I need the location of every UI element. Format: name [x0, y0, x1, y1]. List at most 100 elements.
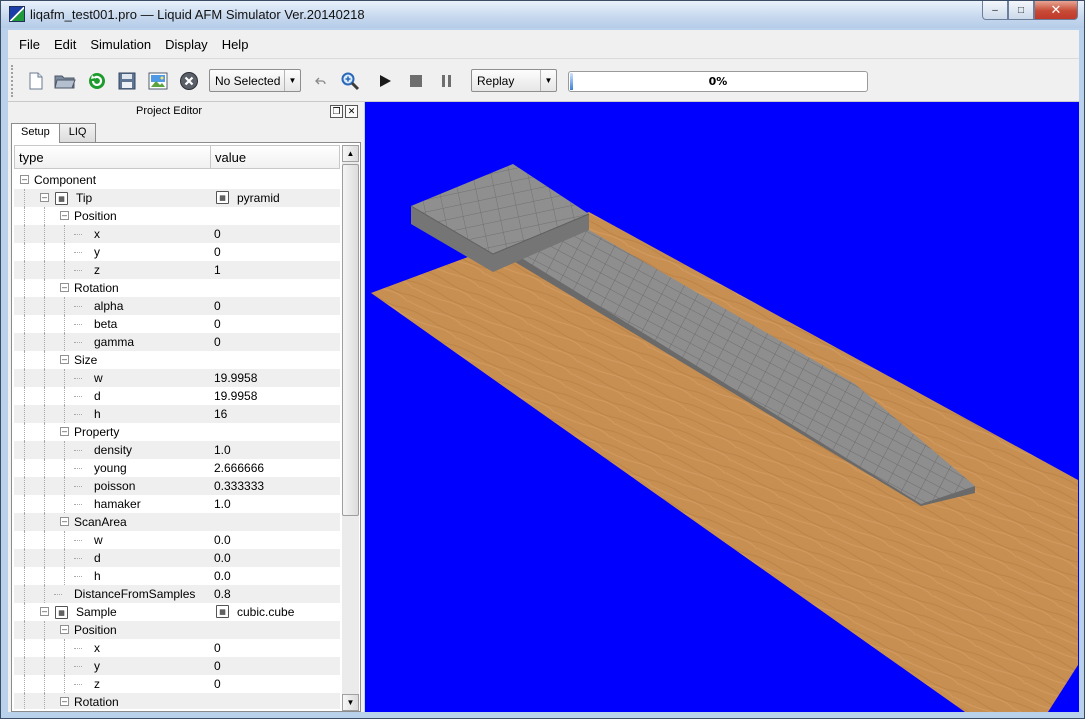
row-value[interactable]: 0.0: [214, 569, 231, 583]
save-icon[interactable]: [116, 70, 138, 92]
row-value[interactable]: 0: [214, 641, 221, 655]
row-value[interactable]: 0.333333: [214, 479, 264, 493]
menu-file[interactable]: File: [12, 37, 47, 52]
row-value[interactable]: 0: [214, 317, 221, 331]
play-icon[interactable]: [374, 70, 396, 92]
collapse-toggle-icon[interactable]: –: [40, 193, 49, 202]
tree-row[interactable]: w 0.0: [14, 531, 340, 549]
row-value[interactable]: 0: [214, 659, 221, 673]
row-value[interactable]: 1.0: [214, 497, 231, 511]
tree-row[interactable]: – Rotation: [14, 693, 340, 709]
tree-row[interactable]: – ▦ Tip ▦ pyramid: [14, 189, 340, 207]
tree-row[interactable]: w 19.9958: [14, 369, 340, 387]
stop-circle-icon[interactable]: [178, 70, 200, 92]
mode-combo[interactable]: Replay ▼: [471, 69, 557, 92]
float-panel-button[interactable]: ❐: [330, 105, 343, 118]
image-icon[interactable]: [147, 70, 169, 92]
collapse-toggle-icon[interactable]: –: [40, 607, 49, 616]
tree-row[interactable]: y0: [14, 657, 340, 675]
scroll-up-icon[interactable]: ▲: [342, 145, 359, 162]
tree-vertical-scrollbar[interactable]: ▲ ▼: [342, 145, 359, 711]
collapse-toggle-icon[interactable]: –: [60, 211, 69, 220]
row-value[interactable]: 16: [214, 407, 227, 421]
maximize-button[interactable]: □: [1008, 1, 1034, 20]
collapse-toggle-icon[interactable]: –: [60, 517, 69, 526]
row-value[interactable]: 0: [214, 299, 221, 313]
row-value[interactable]: pyramid: [237, 191, 280, 205]
collapse-toggle-icon[interactable]: –: [60, 625, 69, 634]
row-value[interactable]: 0.8: [214, 587, 231, 601]
row-value[interactable]: 0: [214, 227, 221, 241]
toolbar-grip[interactable]: [11, 65, 15, 97]
column-header-value[interactable]: value: [211, 145, 340, 169]
new-file-icon[interactable]: [25, 70, 47, 92]
menu-simulation[interactable]: Simulation: [83, 37, 158, 52]
panel-title-bar[interactable]: Project Editor ❐ ✕: [8, 102, 364, 122]
row-value[interactable]: 19.9958: [214, 389, 257, 403]
menu-help[interactable]: Help: [215, 37, 256, 52]
tab-setup[interactable]: Setup: [11, 123, 60, 143]
row-value[interactable]: 0: [214, 335, 221, 349]
tree-row[interactable]: x0: [14, 639, 340, 657]
tree-row[interactable]: – Property: [14, 423, 340, 441]
3d-viewport[interactable]: [365, 102, 1079, 712]
tree-row[interactable]: x0: [14, 225, 340, 243]
tree-row[interactable]: – ▦ Sample ▦ cubic.cube: [14, 603, 340, 621]
row-value[interactable]: 0: [214, 245, 221, 259]
minimize-button[interactable]: –: [982, 1, 1008, 20]
tree-guide-line: [64, 639, 65, 657]
tree-row[interactable]: h 0.0: [14, 567, 340, 585]
tree-row[interactable]: alpha 0: [14, 297, 340, 315]
tree-row[interactable]: – Position: [14, 207, 340, 225]
stop-icon[interactable]: [405, 70, 427, 92]
tree-row[interactable]: – ScanArea: [14, 513, 340, 531]
undo-icon[interactable]: [310, 70, 332, 92]
tree-row[interactable]: hamaker 1.0: [14, 495, 340, 513]
tree-row[interactable]: – Size: [14, 351, 340, 369]
row-value[interactable]: 0.0: [214, 551, 231, 565]
tree-row[interactable]: d 0.0: [14, 549, 340, 567]
tree-row[interactable]: y0: [14, 243, 340, 261]
tree-row[interactable]: young 2.666666: [14, 459, 340, 477]
menu-display[interactable]: Display: [158, 37, 215, 52]
row-value[interactable]: 1: [214, 263, 221, 277]
collapse-toggle-icon[interactable]: –: [20, 175, 29, 184]
menu-edit[interactable]: Edit: [47, 37, 83, 52]
tree-row[interactable]: DistanceFromSamples 0.8: [14, 585, 340, 603]
collapse-toggle-icon[interactable]: –: [60, 697, 69, 706]
tree-row[interactable]: – Position: [14, 621, 340, 639]
row-value[interactable]: 2.666666: [214, 461, 264, 475]
open-folder-icon[interactable]: [54, 70, 76, 92]
tree-row[interactable]: poisson 0.333333: [14, 477, 340, 495]
collapse-toggle-icon[interactable]: –: [60, 355, 69, 364]
row-value[interactable]: cubic.cube: [237, 605, 294, 619]
zoom-in-icon[interactable]: [339, 70, 361, 92]
tree-row[interactable]: d 19.9958: [14, 387, 340, 405]
collapse-toggle-icon[interactable]: –: [60, 427, 69, 436]
row-value[interactable]: 0: [214, 677, 221, 691]
tree-row[interactable]: – Rotation: [14, 279, 340, 297]
close-button[interactable]: ✕: [1034, 1, 1078, 20]
tree-row[interactable]: density 1.0: [14, 441, 340, 459]
selection-combo[interactable]: No Selected ▼: [209, 69, 301, 92]
scrollbar-thumb[interactable]: [342, 164, 359, 516]
tree-row[interactable]: z0: [14, 675, 340, 693]
pause-icon[interactable]: [436, 70, 458, 92]
tree-guide-line: [44, 657, 45, 675]
row-value[interactable]: 1.0: [214, 443, 231, 457]
reload-icon[interactable]: [86, 70, 108, 92]
tab-liq[interactable]: LIQ: [58, 123, 97, 142]
tree-guide-line: [44, 333, 45, 351]
tree-row[interactable]: beta 0: [14, 315, 340, 333]
row-value[interactable]: 19.9958: [214, 371, 257, 385]
collapse-toggle-icon[interactable]: –: [60, 283, 69, 292]
scroll-down-icon[interactable]: ▼: [342, 694, 359, 711]
title-bar[interactable]: liqafm_test001.pro — Liquid AFM Simulato…: [1, 1, 1084, 28]
tree-row[interactable]: gamma 0: [14, 333, 340, 351]
row-value[interactable]: 0.0: [214, 533, 231, 547]
column-header-type[interactable]: type: [14, 145, 211, 169]
close-panel-button[interactable]: ✕: [345, 105, 358, 118]
tree-row[interactable]: h 16: [14, 405, 340, 423]
tree-row[interactable]: z1: [14, 261, 340, 279]
tree-row[interactable]: – Component: [14, 171, 340, 189]
